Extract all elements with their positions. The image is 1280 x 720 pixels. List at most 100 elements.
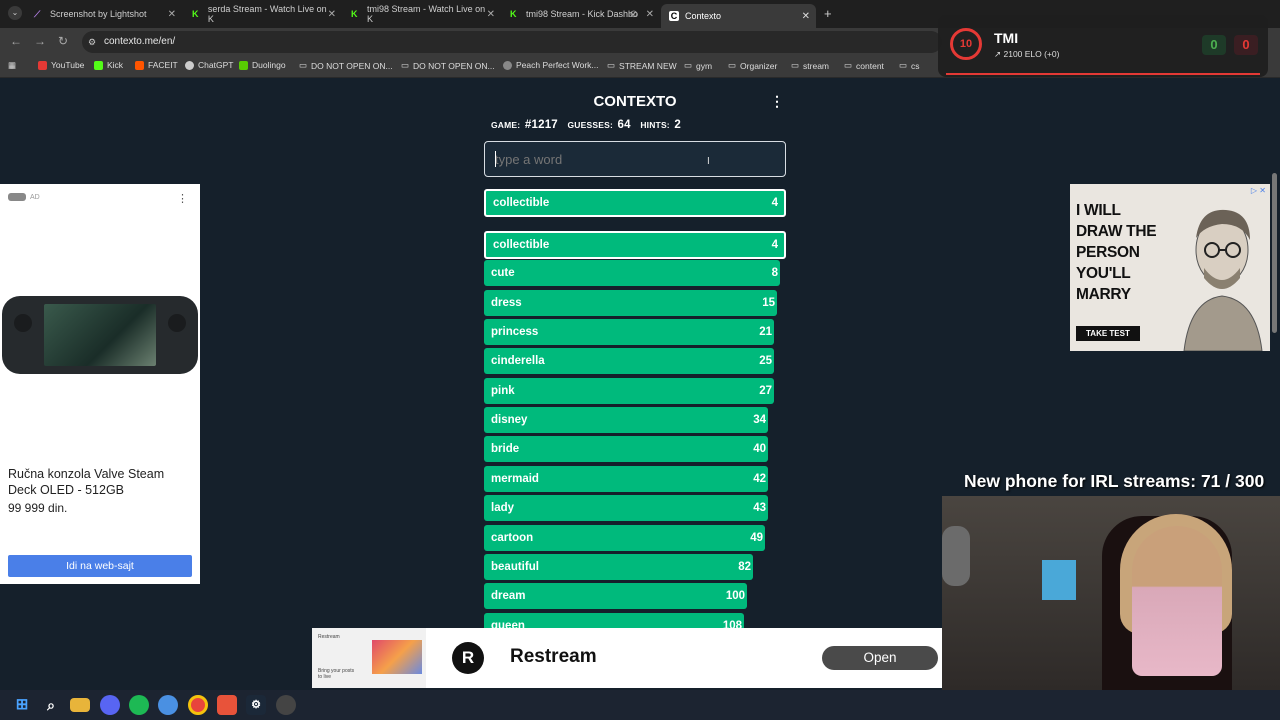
- bookmark-stream[interactable]: ▭ stream: [791, 60, 829, 71]
- bookmark-cs[interactable]: ▭ cs: [899, 60, 920, 71]
- tab-lightshot[interactable]: ⟋ Screenshot by Lightshot ✕: [26, 4, 182, 24]
- app-icon[interactable]: [158, 695, 178, 715]
- bookmark-label: Peach Perfect Work...: [516, 60, 599, 70]
- guess-rank: 43: [753, 502, 766, 515]
- bookmark-folder-2[interactable]: ▭ DO NOT OPEN ON...: [401, 60, 495, 71]
- site-info-icon[interactable]: ⚙: [88, 31, 96, 53]
- guess-row: disney 34: [484, 407, 768, 434]
- bookmark-folder-1[interactable]: ▭ DO NOT OPEN ON...: [299, 60, 393, 71]
- guess-rank: 8: [771, 267, 778, 280]
- bookmark-label: STREAM NEW: [619, 60, 677, 71]
- guesses-count: 64: [617, 119, 631, 131]
- bookmark-faceit[interactable]: FACEIT: [135, 60, 178, 70]
- close-icon[interactable]: ✕: [646, 9, 654, 20]
- hints-label: HINTS:: [640, 120, 670, 130]
- back-icon[interactable]: ←: [10, 34, 22, 48]
- guess-rank: 4: [771, 239, 778, 251]
- bookmark-content[interactable]: ▭ content: [844, 60, 884, 71]
- close-icon[interactable]: ✕: [802, 11, 810, 22]
- new-tab-icon[interactable]: +: [824, 6, 832, 21]
- bookmark-duolingo[interactable]: Duolingo: [239, 60, 286, 70]
- last-guess-row: collectible 4: [484, 189, 786, 217]
- kick-icon: [94, 60, 103, 70]
- file-explorer-icon[interactable]: [70, 698, 90, 712]
- word-input[interactable]: [484, 141, 786, 177]
- globe-icon: [503, 60, 512, 70]
- windows-start-icon[interactable]: ⊞: [12, 695, 32, 715]
- bookmark-organizer[interactable]: ▭ Organizer: [728, 60, 777, 71]
- search-icon[interactable]: ⌕: [41, 695, 61, 715]
- spotify-icon[interactable]: [129, 695, 149, 715]
- steam-deck-image: [2, 296, 198, 374]
- apps-icon[interactable]: ▦: [8, 60, 16, 71]
- guess-row: cute 8: [484, 260, 780, 287]
- kick-icon: K: [192, 9, 199, 19]
- donation-goal: New phone for IRL streams: 71 / 300: [964, 471, 1265, 491]
- guess-word: dress: [491, 296, 522, 309]
- steam-icon[interactable]: ⚙: [246, 695, 266, 715]
- close-icon[interactable]: ✕: [168, 9, 176, 20]
- discord-icon[interactable]: [100, 695, 120, 715]
- bookmark-kick[interactable]: Kick: [94, 60, 123, 70]
- thumb-collage: [372, 640, 422, 674]
- duolingo-icon: [239, 60, 248, 70]
- folder-icon: ▭: [401, 60, 410, 70]
- bookmark-label: Kick: [107, 60, 124, 70]
- ad-menu-icon[interactable]: ⋮: [177, 192, 188, 205]
- reload-icon[interactable]: ↻: [58, 34, 68, 48]
- guess-rank: 15: [762, 296, 775, 309]
- guess-word: beautiful: [491, 560, 539, 573]
- close-icon[interactable]: ✕: [487, 9, 495, 20]
- guess-rank: 42: [753, 472, 766, 485]
- game-number: #1217: [524, 119, 558, 131]
- youtube-icon: [38, 60, 47, 70]
- mute-icon[interactable]: ⊘: [630, 9, 638, 20]
- guess-row: bride 40: [484, 436, 768, 463]
- player-elo: ↗ 2100 ELO (+0): [994, 49, 1060, 59]
- bookmark-chatgpt[interactable]: ChatGPT: [185, 60, 233, 70]
- bookmark-label: cs: [911, 60, 920, 71]
- guess-word: mermaid: [491, 472, 539, 485]
- bookmark-peach[interactable]: Peach Perfect Work...: [503, 60, 599, 70]
- more-menu-icon[interactable]: ⋮: [770, 93, 784, 110]
- obs-icon[interactable]: [276, 695, 296, 715]
- guess-word: cute: [491, 267, 515, 280]
- guess-rank: 34: [753, 414, 766, 427]
- contexto-icon: C: [669, 11, 679, 21]
- bookmark-stream-new[interactable]: ▭ STREAM NEW: [607, 60, 677, 71]
- thumb-brand: Restream: [318, 634, 340, 640]
- ad-tag: AD: [30, 194, 40, 201]
- level-progress-bar: [946, 73, 1260, 75]
- guess-rank: 27: [759, 384, 772, 397]
- bookmark-youtube[interactable]: YouTube: [38, 60, 84, 70]
- ad-steam-deck[interactable]: AD ⋮ Ručna konzola Valve Steam Deck OLED…: [0, 184, 200, 584]
- kick-icon: K: [510, 9, 517, 19]
- bookmark-label: ChatGPT: [198, 60, 234, 70]
- advertiser-logo: [8, 193, 26, 201]
- forward-icon[interactable]: →: [34, 34, 46, 48]
- guess-row: princess 21: [484, 319, 774, 346]
- open-button[interactable]: Open: [822, 646, 938, 670]
- tab-serda-stream[interactable]: K serda Stream - Watch Live on K ✕: [184, 4, 342, 24]
- adchoices-icon[interactable]: ▷ ✕: [1251, 186, 1266, 195]
- tab-kick-dashboard[interactable]: K tmi98 Stream - Kick Dashbo ⊘ ✕: [502, 4, 660, 24]
- tab-contexto[interactable]: C Contexto ✕: [661, 4, 816, 28]
- chrome-icon[interactable]: [188, 695, 208, 715]
- ad-cta-button[interactable]: Idi na web-sajt: [8, 555, 192, 577]
- brave-icon[interactable]: [217, 695, 237, 715]
- tab-tmi98-stream[interactable]: K tmi98 Stream - Watch Live on K ✕: [343, 4, 501, 24]
- page-scrollbar[interactable]: [1270, 161, 1278, 333]
- guess-word: collectible: [493, 239, 550, 251]
- take-test-button[interactable]: TAKE TEST: [1076, 326, 1140, 341]
- webcam-feed: [942, 496, 1280, 690]
- text-caret: [495, 151, 496, 167]
- restream-banner-ad[interactable]: Restream Bring your posts to live R Rest…: [312, 628, 942, 688]
- folder-icon: ▭: [728, 60, 737, 70]
- bookmark-gym[interactable]: ▭ gym: [684, 60, 712, 71]
- bookmark-label: stream: [803, 60, 830, 71]
- close-icon[interactable]: ✕: [328, 9, 336, 20]
- ad-draw-person[interactable]: I WILL DRAW THE PERSON YOU'LL MARRY ▷ ✕ …: [1070, 184, 1270, 351]
- restream-thumbnail: Restream Bring your posts to live: [312, 628, 426, 688]
- tab-search-icon[interactable]: ⌄: [8, 6, 22, 20]
- url-field[interactable]: ⚙ contexto.me/en/: [82, 31, 942, 53]
